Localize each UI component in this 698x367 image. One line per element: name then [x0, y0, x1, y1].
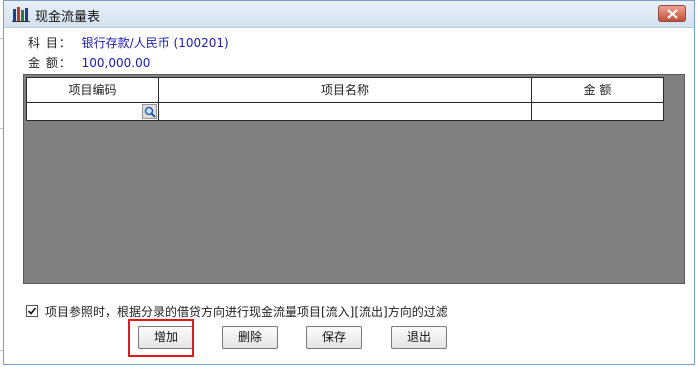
subject-row: 科 目： 银行存款/人民币 (100201) [28, 34, 229, 51]
close-button[interactable] [658, 5, 686, 22]
cash-flow-dialog: 现金流量表 科 目： 银行存款/人民币 (100201) 金 额： 100,00… [3, 0, 695, 365]
title-bar[interactable]: 现金流量表 [4, 1, 694, 28]
delete-button[interactable]: 删除 [222, 326, 278, 349]
magnifier-icon [144, 106, 156, 118]
checkmark-icon [27, 307, 37, 315]
amount-label: 金 额： [28, 56, 72, 70]
cash-flow-grid[interactable]: 项目编码 项目名称 金 额 [23, 74, 685, 284]
amount-row: 金 额： 100,000.00 [28, 54, 150, 71]
window-title: 现金流量表 [35, 10, 101, 25]
direction-filter-checkbox[interactable] [26, 305, 38, 317]
name-cell[interactable] [158, 103, 532, 121]
book-stack-icon [12, 6, 32, 22]
subject-value: 银行存款/人民币 (100201) [81, 36, 229, 50]
amount-cell[interactable] [531, 103, 664, 121]
save-button[interactable]: 保存 [306, 326, 362, 349]
direction-filter-label[interactable]: 项目参照时，根据分录的借贷方向进行现金流量项目[流入][流出]方向的过滤 [45, 303, 448, 320]
amount-value: 100,000.00 [81, 56, 151, 70]
code-cell[interactable] [26, 103, 159, 121]
subject-label: 科 目： [28, 36, 72, 50]
add-button[interactable]: 增加 [138, 326, 194, 349]
close-icon [667, 9, 678, 19]
lookup-button[interactable] [142, 104, 157, 119]
exit-button[interactable]: 退出 [391, 326, 447, 349]
column-header-name[interactable]: 项目名称 [158, 77, 532, 103]
column-header-code[interactable]: 项目编码 [26, 77, 159, 103]
column-header-amount[interactable]: 金 额 [531, 77, 664, 103]
